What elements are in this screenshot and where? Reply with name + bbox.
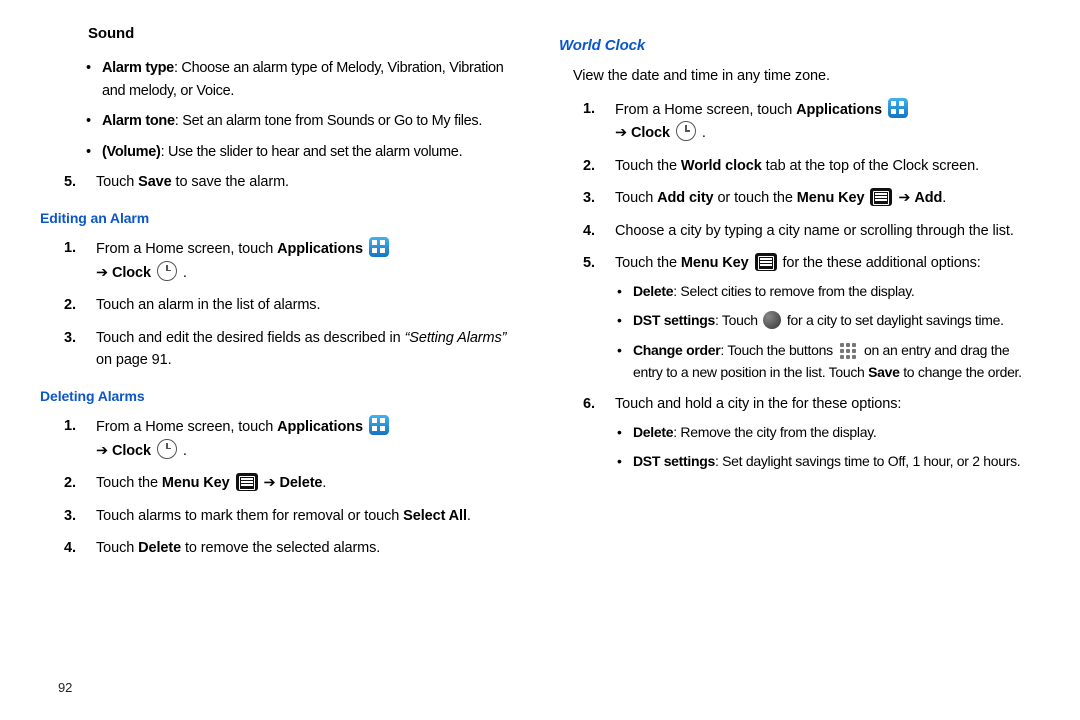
edit-step-3: 3.Touch and edit the desired fields as d… bbox=[40, 327, 521, 372]
clock-icon bbox=[157, 261, 177, 281]
world-clock-heading: World Clock bbox=[559, 34, 1040, 57]
wc-step-6-sub: Delete: Remove the city from the display… bbox=[615, 422, 1040, 473]
sub-delete: Delete: Select cities to remove from the… bbox=[615, 281, 1040, 303]
clock-icon bbox=[157, 439, 177, 459]
applications-icon bbox=[888, 98, 908, 118]
del-step-2: 2. Touch the Menu Key ➔ Delete. bbox=[40, 472, 521, 494]
applications-icon bbox=[369, 415, 389, 435]
page-number: 92 bbox=[58, 678, 72, 698]
editing-heading: Editing an Alarm bbox=[40, 208, 521, 230]
world-clock-intro: View the date and time in any time zone. bbox=[573, 65, 1040, 87]
applications-icon bbox=[369, 237, 389, 257]
editing-steps: 1. From a Home screen, touch Application… bbox=[40, 237, 521, 371]
dst-icon bbox=[763, 311, 781, 329]
wc-step-2: 2.Touch the World clock tab at the top o… bbox=[559, 155, 1040, 177]
world-clock-steps: 1. From a Home screen, touch Application… bbox=[559, 98, 1040, 473]
wc-step-5-sub: Delete: Select cities to remove from the… bbox=[615, 281, 1040, 384]
del-step-3: 3.Touch alarms to mark them for removal … bbox=[40, 505, 521, 527]
del-step-1: 1. From a Home screen, touch Application… bbox=[40, 415, 521, 462]
step-save: 5.Touch Save to save the alarm. bbox=[40, 171, 521, 193]
bullet-volume: (Volume): Use the slider to hear and set… bbox=[40, 141, 521, 163]
sound-steps: 5.Touch Save to save the alarm. bbox=[40, 171, 521, 193]
right-column: World Clock View the date and time in an… bbox=[559, 22, 1040, 570]
sound-heading: Sound bbox=[88, 22, 521, 45]
menu-key-icon bbox=[870, 188, 892, 206]
bullet-alarm-tone: Alarm tone: Set an alarm tone from Sound… bbox=[40, 110, 521, 132]
del-step-4: 4.Touch Delete to remove the selected al… bbox=[40, 537, 521, 559]
wc-step-1: 1. From a Home screen, touch Application… bbox=[559, 98, 1040, 145]
sub6-delete: Delete: Remove the city from the display… bbox=[615, 422, 1040, 444]
sub-dst: DST settings: Touch for a city to set da… bbox=[615, 310, 1040, 332]
deleting-heading: Deleting Alarms bbox=[40, 386, 521, 408]
wc-step-5: 5. Touch the Menu Key for the these addi… bbox=[559, 252, 1040, 383]
clock-icon bbox=[676, 121, 696, 141]
edit-step-1: 1. From a Home screen, touch Application… bbox=[40, 237, 521, 284]
wc-step-6: 6. Touch and hold a city in the for thes… bbox=[559, 393, 1040, 473]
wc-step-3: 3. Touch Add city or touch the Menu Key … bbox=[559, 187, 1040, 209]
menu-key-icon bbox=[755, 253, 777, 271]
left-column: Sound Alarm type: Choose an alarm type o… bbox=[40, 22, 521, 570]
drag-handle-icon bbox=[838, 341, 858, 359]
edit-step-2: 2.Touch an alarm in the list of alarms. bbox=[40, 294, 521, 316]
wc-step-4: 4.Choose a city by typing a city name or… bbox=[559, 220, 1040, 242]
deleting-steps: 1. From a Home screen, touch Application… bbox=[40, 415, 521, 559]
sound-bullets: Alarm type: Choose an alarm type of Melo… bbox=[40, 57, 521, 163]
sub-change-order: Change order: Touch the buttons on an en… bbox=[615, 340, 1040, 383]
bullet-alarm-type: Alarm type: Choose an alarm type of Melo… bbox=[40, 57, 521, 102]
menu-key-icon bbox=[236, 473, 258, 491]
sub6-dst: DST settings: Set daylight savings time … bbox=[615, 451, 1040, 473]
